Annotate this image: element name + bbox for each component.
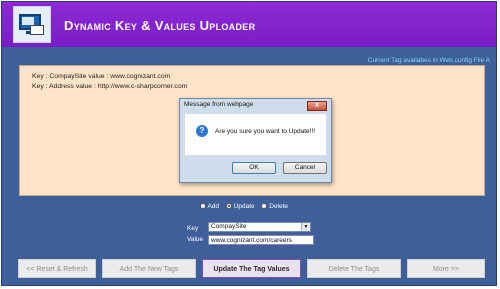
config-info-link[interactable]: Current Tag availabes in Web.config File… — [368, 57, 490, 64]
radio-dot-icon — [200, 203, 206, 209]
page-title: Dynamic Key & Values Uploader — [64, 18, 256, 33]
mode-radio-group: Add Update Delete — [200, 203, 293, 210]
radio-delete[interactable]: Delete — [261, 203, 288, 210]
ok-button[interactable]: OK — [232, 162, 276, 174]
radio-dot-icon — [261, 203, 268, 209]
add-tags-button[interactable]: Add The New Tags — [102, 259, 196, 278]
tag-line: Key : CompaySite value : www.cognizant.c… — [32, 73, 171, 80]
value-label: Value — [187, 236, 204, 243]
radio-add[interactable]: Add — [200, 203, 219, 210]
radio-update[interactable]: Update — [225, 203, 255, 210]
header-bar: Dynamic Key & Values Uploader — [2, 2, 496, 47]
key-label: Key — [187, 225, 199, 232]
cancel-button[interactable]: Cancel — [283, 162, 327, 174]
close-icon[interactable]: X — [307, 101, 327, 111]
value-input[interactable] — [208, 235, 314, 245]
logo-icon — [13, 6, 51, 43]
radio-label: Update — [233, 203, 255, 210]
delete-tags-button[interactable]: Delete The Tags — [307, 259, 401, 278]
question-icon: ? — [196, 125, 208, 137]
dialog-message: Are you sure you want to Update!!! — [215, 128, 316, 135]
radio-label: Add — [207, 203, 220, 210]
key-select[interactable]: CompaySite ▼ — [208, 222, 311, 232]
confirm-dialog: Message from webpage X ? Are you sure yo… — [179, 98, 332, 183]
chevron-down-icon[interactable]: ▼ — [301, 223, 310, 231]
radio-label: Delete — [269, 203, 289, 210]
more-button[interactable]: More >> — [407, 259, 485, 278]
reset-refresh-button[interactable]: << Reset & Refresh — [18, 259, 96, 278]
dialog-body: ? Are you sure you want to Update!!! — [185, 114, 326, 155]
app-frame: Dynamic Key & Values Uploader Current Ta… — [1, 1, 497, 286]
update-tags-button[interactable]: Update The Tag Values — [202, 259, 301, 278]
key-select-value: CompaySite — [211, 223, 247, 230]
dialog-title: Message from webpage — [184, 101, 254, 108]
tag-line: Key : Address value : http://www.c-sharp… — [32, 83, 188, 90]
radio-dot-icon — [225, 203, 232, 209]
